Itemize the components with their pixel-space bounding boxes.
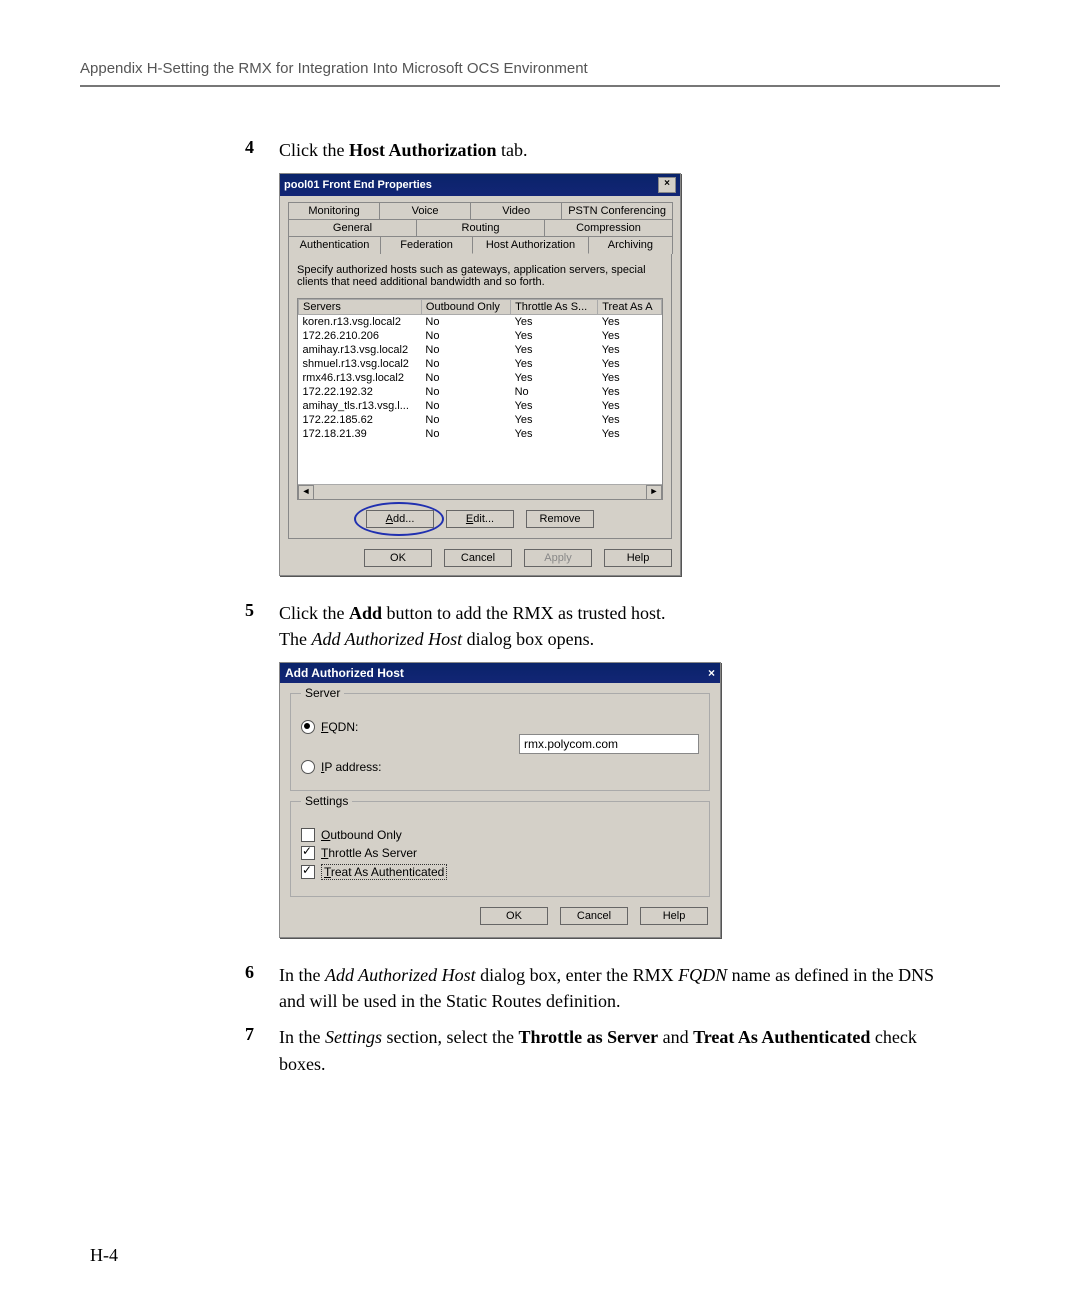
- cancel-button[interactable]: Cancel: [444, 549, 512, 567]
- table-row[interactable]: 172.26.210.206NoYesYes: [299, 329, 662, 343]
- table-row[interactable]: 172.18.21.39NoYesYes: [299, 427, 662, 441]
- throttle-checkbox[interactable]: [301, 846, 315, 860]
- add-authorized-host-dialog: Add Authorized Host × Server FQDN: IP ad…: [279, 662, 721, 938]
- fqdn-label: FQDN:: [321, 720, 358, 734]
- server-group: Server FQDN: IP address:: [290, 693, 710, 791]
- outbound-label: Outbound Only: [321, 828, 402, 842]
- tab-general[interactable]: General: [288, 219, 417, 236]
- table-row[interactable]: amihay.r13.vsg.local2NoYesYes: [299, 343, 662, 357]
- remove-button[interactable]: Remove: [526, 510, 594, 528]
- step-number: 4: [245, 137, 279, 158]
- treat-checkbox[interactable]: [301, 865, 315, 879]
- server-legend: Server: [301, 686, 344, 700]
- step-number: 7: [245, 1024, 279, 1045]
- ok-button[interactable]: OK: [480, 907, 548, 925]
- step-text: Click the Add button to add the RMX as t…: [279, 600, 940, 652]
- step-number: 5: [245, 600, 279, 621]
- fqdn-input[interactable]: [519, 734, 699, 754]
- tab-compression[interactable]: Compression: [544, 219, 673, 236]
- add-button[interactable]: Add...: [366, 510, 434, 528]
- ip-radio[interactable]: [301, 760, 315, 774]
- tab-video[interactable]: Video: [470, 202, 562, 219]
- close-icon[interactable]: ×: [658, 177, 676, 193]
- table-row[interactable]: koren.r13.vsg.local2NoYesYes: [299, 315, 662, 330]
- dialog-title: Add Authorized Host: [285, 666, 404, 680]
- header-rule: [80, 85, 1000, 87]
- table-row[interactable]: shmuel.r13.vsg.local2NoYesYes: [299, 357, 662, 371]
- dialog-title: pool01 Front End Properties: [284, 179, 432, 191]
- tab-authentication[interactable]: Authentication: [288, 236, 381, 254]
- step-6: 6 In the Add Authorized Host dialog box,…: [245, 962, 940, 1014]
- table-row[interactable]: rmx46.r13.vsg.local2NoYesYes: [299, 371, 662, 385]
- outbound-checkbox[interactable]: [301, 828, 315, 842]
- close-icon[interactable]: ×: [708, 666, 715, 680]
- step-4: 4 Click the Host Authorization tab.: [245, 137, 940, 163]
- step-5: 5 Click the Add button to add the RMX as…: [245, 600, 940, 652]
- step-text: Click the Host Authorization tab.: [279, 137, 940, 163]
- horizontal-scrollbar[interactable]: ◄ ►: [298, 484, 662, 499]
- tab-archiving[interactable]: Archiving: [588, 236, 673, 254]
- help-button[interactable]: Help: [640, 907, 708, 925]
- ip-label: IP address:: [321, 760, 382, 774]
- tab-federation[interactable]: Federation: [380, 236, 473, 254]
- scroll-right-icon[interactable]: ►: [646, 485, 662, 500]
- help-button[interactable]: Help: [604, 549, 672, 567]
- throttle-label: Throttle As Server: [321, 846, 417, 860]
- step-text: In the Settings section, select the Thro…: [279, 1024, 940, 1076]
- tab-pstn[interactable]: PSTN Conferencing: [561, 202, 673, 219]
- tab-monitoring[interactable]: Monitoring: [288, 202, 380, 219]
- edit-button[interactable]: Edit...: [446, 510, 514, 528]
- page-number: H-4: [90, 1245, 118, 1266]
- col-throttle[interactable]: Throttle As S...: [511, 300, 598, 315]
- col-servers[interactable]: Servers: [299, 300, 422, 315]
- tab-host-authorization[interactable]: Host Authorization: [472, 236, 589, 254]
- ok-button[interactable]: OK: [364, 549, 432, 567]
- step-7: 7 In the Settings section, select the Th…: [245, 1024, 940, 1076]
- fqdn-radio[interactable]: [301, 720, 315, 734]
- tab-voice[interactable]: Voice: [379, 202, 471, 219]
- page-header: Appendix H-Setting the RMX for Integrati…: [80, 60, 1000, 77]
- table-row[interactable]: 172.22.192.32NoNoYes: [299, 385, 662, 399]
- col-treat[interactable]: Treat As A: [598, 300, 662, 315]
- table-row[interactable]: amihay_tls.r13.vsg.l...NoYesYes: [299, 399, 662, 413]
- step-text: In the Add Authorized Host dialog box, e…: [279, 962, 940, 1014]
- step-number: 6: [245, 962, 279, 983]
- servers-table[interactable]: Servers Outbound Only Throttle As S... T…: [297, 298, 663, 500]
- settings-group: Settings Outbound Only Throttle As Serve…: [290, 801, 710, 897]
- tab-routing[interactable]: Routing: [416, 219, 545, 236]
- cancel-button[interactable]: Cancel: [560, 907, 628, 925]
- table-row[interactable]: 172.22.185.62NoYesYes: [299, 413, 662, 427]
- treat-label: Treat As Authenticated: [321, 864, 447, 880]
- scroll-left-icon[interactable]: ◄: [298, 485, 314, 500]
- tab-description: Specify authorized hosts such as gateway…: [297, 264, 663, 288]
- col-outbound[interactable]: Outbound Only: [421, 300, 510, 315]
- apply-button[interactable]: Apply: [524, 549, 592, 567]
- front-end-properties-dialog: pool01 Front End Properties × Monitoring…: [279, 173, 681, 576]
- settings-legend: Settings: [301, 794, 352, 808]
